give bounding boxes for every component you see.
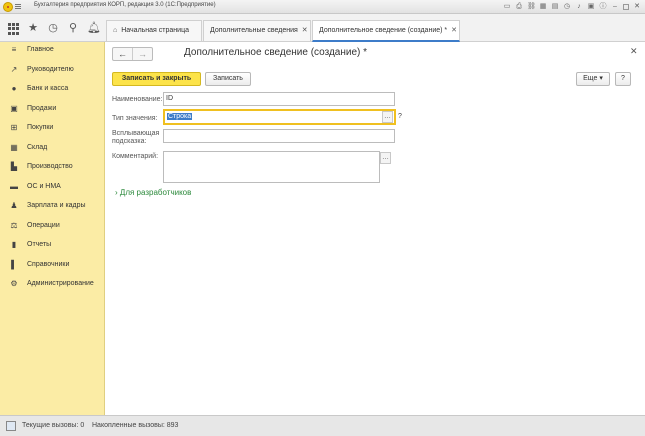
minimize-icon[interactable]: –	[611, 3, 619, 11]
person-icon: ♟	[10, 201, 18, 210]
titlebar-tools: ▭ ⎙ ⛓ ▦ ▤ ◷ ♪ ▣ ⓘ – ✕	[503, 2, 641, 12]
close-window-icon[interactable]: ✕	[633, 3, 641, 11]
value-type-select-button[interactable]: …	[382, 111, 393, 123]
sidebar-item-sales[interactable]: ▣ Продажи	[0, 100, 105, 118]
sidebar-item-fixed-assets[interactable]: ▬ ОС и НМА	[0, 178, 105, 196]
sections-grid-icon[interactable]	[8, 23, 19, 35]
close-tab-icon[interactable]: ✕	[451, 27, 457, 34]
save-icon[interactable]: ▭	[503, 3, 511, 11]
window-title: Бухгалтерия предприятия КОРП, редакция 3…	[34, 2, 216, 8]
developers-section-label: Для разработчиков	[119, 188, 192, 197]
sidebar-item-salary-hr[interactable]: ♟ Зарплата и кадры	[0, 197, 105, 215]
gear-icon: ⚙	[10, 279, 18, 288]
more-label: Еще	[583, 75, 598, 82]
tooltip-label-line1: Всплывающая	[112, 130, 160, 137]
sidebar-item-bank-cash[interactable]: ● Банк и касса	[0, 80, 105, 98]
sidebar-item-operations[interactable]: ⚖ Операции	[0, 217, 105, 235]
performance-icon[interactable]	[6, 421, 16, 431]
comment-expand-button[interactable]: …	[380, 152, 391, 164]
more-button[interactable]: Еще ▾	[576, 72, 610, 86]
book-icon: ▌	[11, 260, 17, 269]
sidebar-item-production[interactable]: ▙ Производство	[0, 158, 105, 176]
notifications-bell-icon[interactable]: 🔔︎	[87, 22, 101, 34]
top-toolbar: ★ ◷ ⚲ 🔔︎ ⌂ Начальная страница Дополнитель…	[0, 14, 645, 42]
name-field[interactable]: ID	[163, 92, 395, 106]
tab-label: Начальная страница	[121, 27, 189, 34]
bar-chart-icon: ▮	[11, 240, 17, 249]
name-label: Наименование:	[112, 96, 163, 103]
sidebar-item-reports[interactable]: ▮ Отчеты	[0, 236, 105, 254]
tooltip-label: Всплывающая подсказка:	[112, 130, 159, 146]
forward-arrow-icon[interactable]: →	[132, 48, 152, 60]
help-button[interactable]: ?	[615, 72, 631, 86]
calculator-icon[interactable]: ▦	[539, 3, 547, 11]
history-icon[interactable]: ◷	[563, 3, 571, 11]
zoom-icon[interactable]: ▣	[587, 3, 595, 11]
operations-icon: ⚖	[10, 221, 18, 230]
sections-sidebar: ≡ Главное ↗ Руководителю ● Банк и касса ▣ Пр…	[0, 42, 105, 415]
link-icon[interactable]: ⛓	[527, 3, 536, 11]
app-logo-icon	[3, 2, 13, 12]
close-tab-icon[interactable]: ✕	[302, 27, 308, 34]
tab-additional-info-create[interactable]: Дополнительное сведение (создание) * ✕	[312, 20, 460, 42]
nav-buttons: ← →	[112, 47, 153, 61]
search-icon[interactable]: ⚲	[67, 22, 79, 34]
back-arrow-icon[interactable]: ←	[113, 48, 132, 60]
warehouse-icon: ▦	[10, 143, 18, 152]
trend-line-icon: ↗	[10, 65, 18, 74]
menu-lines-icon: ≡	[11, 45, 17, 54]
truck-icon: ▬	[10, 182, 18, 191]
tab-home[interactable]: ⌂ Начальная страница	[106, 20, 202, 41]
tooltip-label-line2: подсказка:	[112, 138, 147, 145]
form-area: ← → Дополнительное сведение (создание) *…	[106, 42, 645, 415]
tab-label: Дополнительные сведения	[210, 27, 298, 34]
bell-icon[interactable]: ♪	[575, 3, 583, 11]
print-icon[interactable]: ⎙	[515, 3, 523, 11]
calendar-icon[interactable]: ▤	[551, 3, 559, 11]
value-type-field[interactable]: Строка	[163, 109, 396, 125]
cart-icon: ⊞	[10, 123, 18, 132]
value-type-label: Тип значения:	[112, 115, 158, 122]
window-titlebar: Бухгалтерия предприятия КОРП, редакция 3…	[0, 0, 645, 14]
maximize-icon[interactable]	[623, 4, 629, 10]
sidebar-item-manager[interactable]: ↗ Руководителю	[0, 61, 105, 79]
history-icon[interactable]: ◷	[47, 22, 59, 34]
value-type-value: Строка	[167, 113, 193, 120]
sidebar-item-warehouse[interactable]: ▦ Склад	[0, 139, 105, 157]
chevron-down-icon: ▾	[599, 75, 603, 82]
sidebar-item-purchases[interactable]: ⊞ Покупки	[0, 119, 105, 137]
home-icon: ⌂	[113, 27, 118, 34]
close-form-icon[interactable]: ✕	[630, 46, 638, 57]
form-title: Дополнительное сведение (создание) *	[184, 47, 368, 58]
coin-icon: ●	[11, 84, 17, 93]
accumulated-calls: Накопленные вызовы: 893	[92, 422, 179, 429]
cart-bag-icon: ▣	[10, 104, 18, 113]
tab-label: Дополнительное сведение (создание) *	[319, 27, 448, 34]
favorites-star-icon[interactable]: ★	[27, 22, 39, 34]
value-type-help-icon[interactable]: ?	[398, 113, 402, 120]
sidebar-item-main[interactable]: ≡ Главное	[0, 41, 105, 59]
factory-icon: ▙	[10, 162, 18, 171]
save-and-close-button[interactable]: Записать и закрыть	[112, 72, 201, 86]
info-icon[interactable]: ⓘ	[599, 3, 607, 11]
current-calls: Текущие вызовы: 0	[22, 422, 85, 429]
sidebar-item-references[interactable]: ▌ Справочники	[0, 256, 105, 274]
comment-textarea[interactable]	[163, 151, 380, 183]
status-bar: Текущие вызовы: 0 Накопленные вызовы: 89…	[0, 415, 645, 436]
comment-label: Комментарий:	[112, 153, 159, 160]
developers-section-toggle[interactable]: › Для разработчиков	[115, 188, 191, 197]
sidebar-item-administration[interactable]: ⚙ Администрирование	[0, 275, 105, 293]
chevron-right-icon: ›	[115, 188, 118, 197]
tooltip-field[interactable]	[163, 129, 395, 143]
tab-additional-info-list[interactable]: Дополнительные сведения ✕	[203, 20, 311, 41]
save-button[interactable]: Записать	[205, 72, 251, 86]
main-menu-icon[interactable]	[15, 3, 31, 11]
